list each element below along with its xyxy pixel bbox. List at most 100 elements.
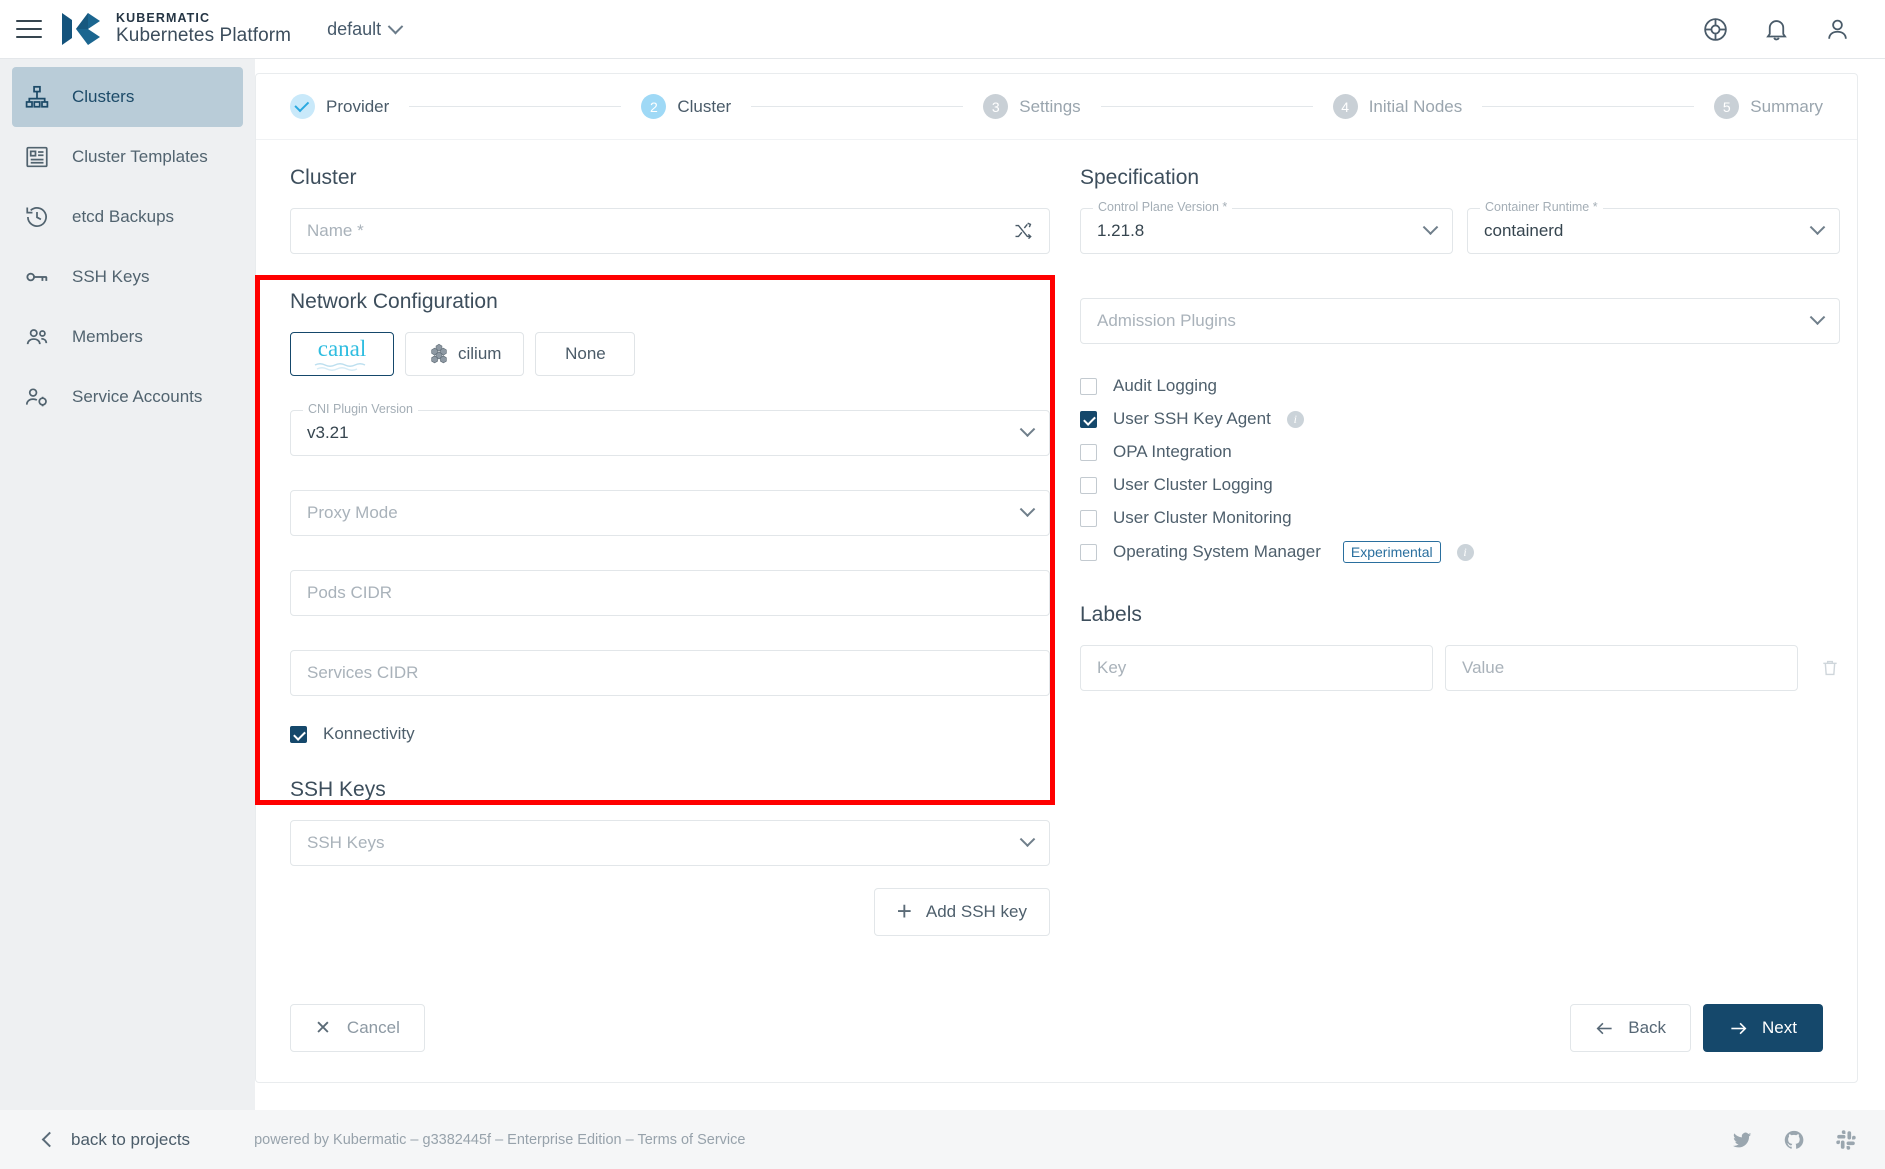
cni-plugin-version-value: v3.21 [307,423,349,443]
label-value-input[interactable]: Value [1445,645,1798,691]
user-cluster-logging-checkbox[interactable] [1080,477,1097,494]
step-divider [1482,106,1694,107]
cancel-button-label: Cancel [347,1018,400,1038]
admission-plugins-placeholder: Admission Plugins [1097,311,1236,331]
chevron-down-icon [1020,421,1036,437]
menu-icon[interactable] [16,20,42,38]
control-plane-version-select[interactable]: Control Plane Version * 1.21.8 [1080,208,1453,254]
shuffle-icon[interactable] [1013,221,1033,241]
info-icon[interactable]: i [1287,411,1304,428]
check-icon [294,97,309,112]
sidebar-item-clusters[interactable]: Clusters [12,67,243,127]
notifications-icon[interactable] [1763,16,1790,43]
user-ssh-key-agent-checkbox[interactable] [1080,411,1097,428]
ssh-keys-select[interactable]: SSH Keys [290,820,1050,866]
step-summary-label: Summary [1750,97,1823,117]
right-column: Specification Control Plane Version * 1.… [1080,166,1840,936]
step-initial-nodes-bubble: 4 [1333,94,1358,119]
project-selector[interactable]: default [327,19,401,40]
etcd-backups-icon [24,204,50,230]
chevron-down-icon [1020,501,1036,517]
slack-icon[interactable] [1835,1129,1857,1151]
step-summary-bubble: 5 [1714,94,1739,119]
step-initial-nodes[interactable]: 4 Initial Nodes [1333,94,1463,119]
opa-integration-row[interactable]: OPA Integration [1080,442,1840,462]
pods-cidr-input[interactable]: Pods CIDR [290,570,1050,616]
add-ssh-key-button[interactable]: + Add SSH key [874,888,1050,936]
specification-checkbox-list: Audit Logging User SSH Key Agent i OPA I… [1080,376,1840,563]
cni-plugin-version-select[interactable]: CNI Plugin Version v3.21 [290,410,1050,456]
trash-icon[interactable] [1820,658,1840,678]
arrow-right-icon [1729,1019,1748,1038]
help-icon[interactable] [1702,16,1729,43]
audit-logging-label: Audit Logging [1113,376,1217,396]
wizard-actions: ✕ Cancel Back Next [290,1004,1823,1052]
proxy-mode-select[interactable]: Proxy Mode [290,490,1050,536]
user-ssh-key-agent-row[interactable]: User SSH Key Agent i [1080,409,1840,429]
back-button-label: Back [1628,1018,1666,1038]
label-key-input[interactable]: Key [1080,645,1433,691]
audit-logging-checkbox[interactable] [1080,378,1097,395]
step-provider-label: Provider [326,97,389,117]
step-divider [751,106,963,107]
cilium-icon [428,343,450,365]
sidebar-item-cluster-templates[interactable]: Cluster Templates [12,127,243,187]
container-runtime-select[interactable]: Container Runtime * containerd [1467,208,1840,254]
services-cidr-placeholder: Services CIDR [307,663,418,683]
opa-integration-checkbox[interactable] [1080,444,1097,461]
cni-option-cilium[interactable]: cilium [405,332,524,376]
info-icon[interactable]: i [1457,544,1474,561]
chevron-down-icon [1810,309,1826,325]
user-ssh-key-agent-label: User SSH Key Agent [1113,409,1271,429]
github-icon[interactable] [1783,1129,1805,1151]
step-summary[interactable]: 5 Summary [1714,94,1823,119]
chevron-down-icon [1020,831,1036,847]
konnectivity-row[interactable]: Konnectivity [290,724,1050,744]
clusters-icon [24,84,50,110]
sidebar-item-label: Cluster Templates [72,147,208,167]
cni-plugin-version-label: CNI Plugin Version [303,402,418,416]
footer-meta[interactable]: powered by Kubermatic – g3382445f – Ente… [254,1132,745,1148]
step-settings[interactable]: 3 Settings [983,94,1080,119]
services-cidr-input[interactable]: Services CIDR [290,650,1050,696]
sidebar-item-service-accounts[interactable]: Service Accounts [12,367,243,427]
sidebar-item-etcd-backups[interactable]: etcd Backups [12,187,243,247]
arrow-left-icon [1595,1019,1614,1038]
ssh-keys-section-title: SSH Keys [290,778,1050,802]
chevron-down-icon [1423,219,1439,235]
sidebar-item-members[interactable]: Members [12,307,243,367]
next-button[interactable]: Next [1703,1004,1823,1052]
chevron-left-icon [42,1132,58,1148]
back-button[interactable]: Back [1570,1004,1691,1052]
cni-plugin-options: canal [290,332,1050,376]
cancel-button[interactable]: ✕ Cancel [290,1004,425,1052]
operating-system-manager-row[interactable]: Operating System Manager Experimental i [1080,541,1840,563]
account-icon[interactable] [1824,16,1851,43]
operating-system-manager-checkbox[interactable] [1080,544,1097,561]
sidebar-item-label: SSH Keys [72,267,149,287]
user-cluster-monitoring-row[interactable]: User Cluster Monitoring [1080,508,1840,528]
sidebar-item-ssh-keys[interactable]: SSH Keys [12,247,243,307]
plus-icon: + [897,898,912,924]
user-cluster-monitoring-label: User Cluster Monitoring [1113,508,1292,528]
cni-option-none[interactable]: None [535,332,635,376]
admission-plugins-select[interactable]: Admission Plugins [1080,298,1840,344]
user-cluster-logging-row[interactable]: User Cluster Logging [1080,475,1840,495]
cluster-name-input[interactable]: Name * [290,208,1050,254]
audit-logging-row[interactable]: Audit Logging [1080,376,1840,396]
network-section-title: Network Configuration [290,290,1050,314]
user-cluster-monitoring-checkbox[interactable] [1080,510,1097,527]
wizard-body: Cluster Name * Network Configuration [256,140,1857,936]
back-to-projects-link[interactable]: back to projects [44,1130,190,1150]
konnectivity-checkbox[interactable] [290,726,307,743]
twitter-icon[interactable] [1731,1129,1753,1151]
project-selector-label: default [327,19,381,40]
control-plane-version-label: Control Plane Version * [1093,200,1232,214]
step-provider[interactable]: Provider [290,94,389,119]
cni-option-canal[interactable]: canal [290,332,394,376]
step-cluster[interactable]: 2 Cluster [641,94,731,119]
add-ssh-key-label: Add SSH key [926,902,1027,922]
next-button-label: Next [1762,1018,1797,1038]
back-to-projects-label: back to projects [71,1130,190,1150]
members-icon [24,324,50,350]
